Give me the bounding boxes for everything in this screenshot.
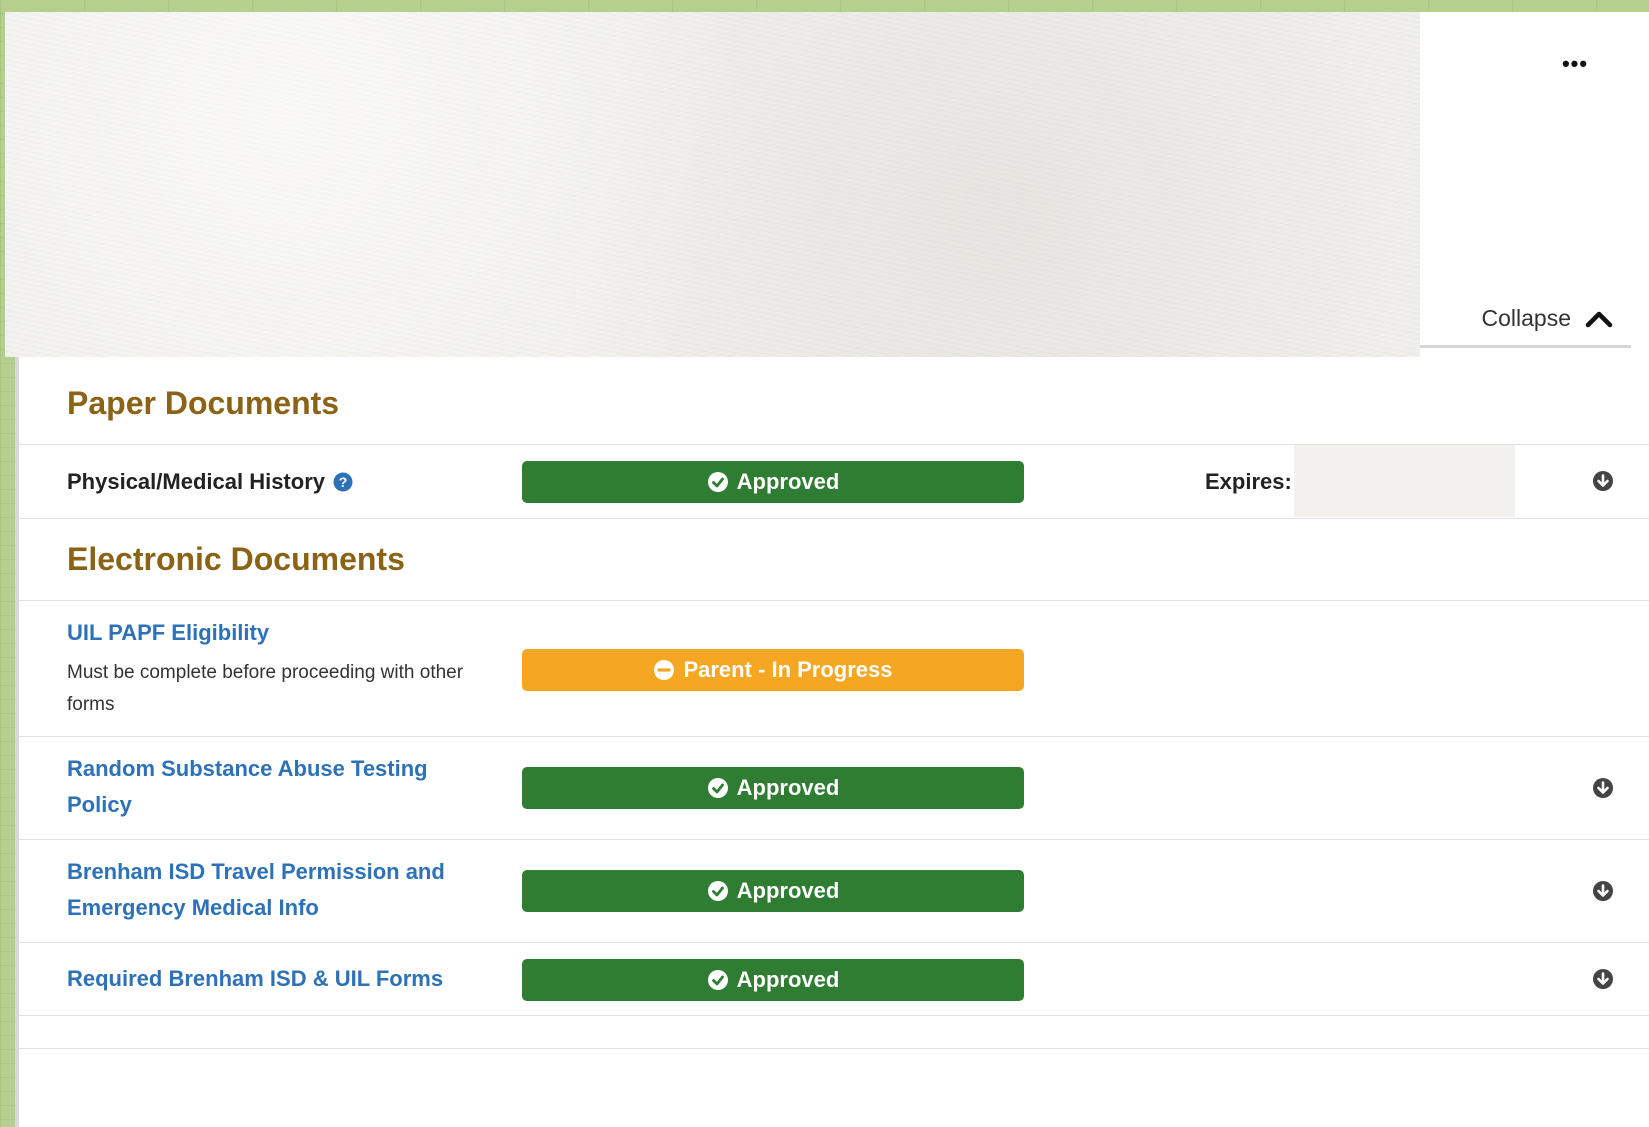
ellipsis-icon: ••• [1561, 51, 1589, 76]
arrow-down-circle-icon[interactable] [1592, 968, 1614, 990]
document-row-required-forms: Required Brenham ISD & UIL Forms Approve… [19, 943, 1649, 1015]
uil-papf-eligibility-link[interactable]: UIL PAPF Eligibility [67, 615, 487, 651]
status-badge-approved[interactable]: Approved [522, 870, 1024, 912]
document-row-travel-permission: Brenham ISD Travel Permission and Emerge… [19, 840, 1649, 942]
chevron-up-icon [1585, 311, 1613, 327]
check-circle-icon [707, 881, 728, 901]
status-label: Parent - In Progress [683, 657, 893, 682]
document-row-uil-papf: UIL PAPF Eligibility Must be complete be… [19, 601, 1649, 736]
document-title: Physical/Medical History [67, 469, 325, 494]
svg-text:?: ? [339, 474, 348, 490]
collapse-toggle[interactable]: Collapse [1420, 292, 1631, 348]
document-row-physical-medical: Physical/Medical History ? Approved Expi… [19, 445, 1649, 517]
physical-medical-label: Physical/Medical History ? [67, 469, 353, 495]
row-divider [19, 518, 1649, 519]
document-row-substance-abuse: Random Substance Abuse Testing Policy Ap… [19, 737, 1649, 839]
substance-abuse-policy-link[interactable]: Random Substance Abuse Testing Policy [67, 751, 487, 823]
status-label: Approved [736, 878, 840, 903]
uil-papf-note: Must be complete before proceeding with … [67, 662, 464, 715]
check-circle-icon [707, 970, 728, 990]
expires-date-value [1294, 445, 1515, 517]
travel-permission-link[interactable]: Brenham ISD Travel Permission and Emerge… [67, 854, 487, 926]
status-badge-approved[interactable]: Approved [522, 767, 1024, 809]
expires-label: Expires: [1205, 469, 1292, 494]
status-label: Approved [736, 469, 840, 494]
required-forms-link[interactable]: Required Brenham ISD & UIL Forms [67, 961, 487, 997]
minus-circle-icon [654, 660, 675, 680]
check-circle-icon [707, 778, 728, 798]
question-circle-icon[interactable]: ? [333, 472, 353, 492]
arrow-down-circle-icon[interactable] [1592, 777, 1614, 799]
arrow-down-circle-icon[interactable] [1592, 880, 1614, 902]
row-divider [19, 1015, 1649, 1016]
paper-documents-heading: Paper Documents [67, 385, 340, 421]
documents-card: Paper Documents Physical/Medical History… [15, 357, 1649, 1127]
status-badge-in-progress[interactable]: Parent - In Progress [522, 649, 1024, 691]
status-label: Approved [736, 775, 840, 800]
status-badge-approved[interactable]: Approved [522, 461, 1024, 503]
check-circle-icon [707, 472, 728, 492]
status-label: Approved [736, 967, 840, 992]
status-badge-approved[interactable]: Approved [522, 959, 1024, 1001]
collapse-label: Collapse [1481, 305, 1572, 331]
arrow-down-circle-icon[interactable] [1592, 470, 1614, 492]
row-divider [19, 1048, 1649, 1049]
electronic-documents-heading: Electronic Documents [67, 541, 405, 577]
more-options-button[interactable]: ••• [1545, 51, 1605, 76]
profile-banner [5, 12, 1420, 357]
